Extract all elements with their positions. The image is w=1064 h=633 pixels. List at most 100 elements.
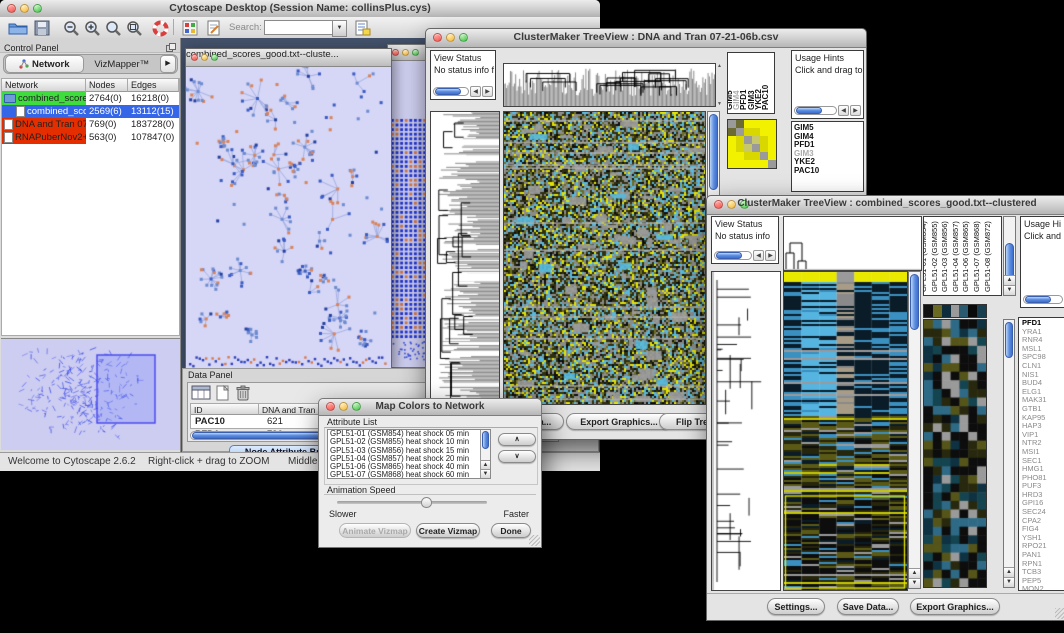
matrix-cell[interactable] — [736, 120, 744, 128]
scroll-right-button[interactable]: ▶ — [482, 86, 493, 97]
network-row[interactable]: RNAPuberNov2+I563(0)107847(0) — [2, 131, 179, 144]
search-input[interactable] — [264, 20, 334, 35]
matrix-cell[interactable] — [728, 160, 736, 168]
tv2-column-label[interactable]: GPL51-06 (GSM865) — [962, 221, 970, 292]
scroll-left-button[interactable]: ◀ — [753, 250, 764, 261]
main-titlebar[interactable]: Cytoscape Desktop (Session Name: collins… — [0, 0, 600, 18]
vscroll-thumb[interactable] — [482, 431, 489, 449]
tv2-column-label[interactable]: GPL51-07 (GSM868) — [973, 221, 981, 292]
matrix-cell[interactable] — [752, 152, 760, 160]
tab-overflow-arrow[interactable]: ▶ — [160, 55, 176, 73]
birdseye-view[interactable] — [1, 339, 180, 450]
tv1-heatmap[interactable] — [503, 111, 706, 405]
vscroll-thumb[interactable] — [1005, 322, 1013, 358]
matrix-cell[interactable] — [728, 120, 736, 128]
save-data-button[interactable]: Save Data... — [837, 598, 899, 615]
scroll-left-button[interactable]: ◀ — [838, 105, 849, 116]
network-row[interactable]: combined_scores_2764(0)16218(0) — [2, 92, 179, 105]
network-window-titlebar[interactable]: combined_scores_good.txt--cluste... — [186, 49, 391, 67]
network-row[interactable]: combined_sco2569(6)13112(15) — [2, 105, 179, 118]
tv1-row-label[interactable]: PAC10 — [794, 167, 863, 176]
scroll-up-button[interactable]: ▲ — [1004, 567, 1014, 577]
vscroll-thumb[interactable] — [709, 114, 718, 190]
matrix-cell[interactable] — [752, 120, 760, 128]
attribute-list-item[interactable]: GPL51-07 (GSM868) heat shock 60 min — [328, 471, 490, 479]
col-header-network[interactable]: Network — [2, 79, 86, 92]
treeview2-titlebar[interactable]: ClusterMaker TreeView : combined_scores_… — [707, 196, 1064, 215]
tv1-row-dendrogram[interactable] — [430, 111, 500, 405]
tv2-status-hscroll[interactable] — [714, 251, 752, 260]
matrix-cell[interactable] — [744, 136, 752, 144]
tv1-status-hscroll[interactable] — [433, 87, 469, 96]
matrix-cell[interactable] — [760, 136, 768, 144]
gim-matrix[interactable] — [728, 120, 776, 168]
matrix-cell[interactable] — [768, 136, 776, 144]
col-header-nodes[interactable]: Nodes — [86, 79, 128, 92]
hscroll-thumb[interactable] — [716, 252, 742, 259]
hscroll-thumb[interactable] — [435, 88, 461, 95]
matrix-cell[interactable] — [744, 160, 752, 168]
scroll-down-button[interactable]: ▼ — [909, 578, 920, 588]
tv2-column-label[interactable]: GPL51-02 (GSM855) — [931, 221, 939, 292]
zoom-button[interactable] — [211, 54, 218, 61]
tab-vizmapper[interactable]: VizMapper™ — [84, 56, 161, 72]
scroll-up-button[interactable]: ▲ — [717, 63, 725, 69]
export-graphics-button[interactable]: Export Graphics... — [910, 598, 1000, 615]
matrix-cell[interactable] — [760, 120, 768, 128]
tv2-row-dendrogram[interactable] — [711, 271, 781, 591]
tv2-rowlabel-vscrollbar[interactable]: ▲▼ — [1003, 319, 1015, 588]
tv1-hints-hscroll[interactable] — [794, 106, 837, 115]
resize-grip[interactable] — [529, 535, 540, 546]
network-row[interactable]: DNA and Tran 07769(0)183728(0) — [2, 118, 179, 131]
tv2-column-label[interactable]: GPL51-04 (GSM857) — [952, 221, 960, 292]
scroll-right-button[interactable]: ▶ — [765, 250, 776, 261]
settings-button[interactable]: Settings... — [767, 598, 825, 615]
animate-vizmap-button[interactable]: Animate Vizmap — [339, 523, 411, 538]
matrix-cell[interactable] — [760, 152, 768, 160]
vscroll-thumb[interactable] — [1005, 243, 1014, 279]
matrix-cell[interactable] — [768, 144, 776, 152]
matrix-cell[interactable] — [768, 128, 776, 136]
matrix-cell[interactable] — [736, 128, 744, 136]
scroll-left-button[interactable]: ◀ — [470, 86, 481, 97]
move-down-button[interactable]: ∨ — [498, 450, 536, 463]
speed-slider-track[interactable] — [337, 501, 487, 504]
attribute-list[interactable]: GPL51-01 (GSM854) heat shock 05 minGPL51… — [327, 429, 491, 479]
tv2-collabel-vscrollbar[interactable]: ▲▼ — [1003, 216, 1016, 296]
matrix-cell[interactable] — [744, 120, 752, 128]
done-button[interactable]: Done — [491, 523, 531, 538]
matrix-cell[interactable] — [752, 136, 760, 144]
minimize-button[interactable] — [402, 49, 409, 56]
scroll-down-button[interactable]: ▼ — [717, 101, 722, 107]
tv2-heatmap-vscrollbar[interactable]: ▲▼ — [908, 271, 921, 589]
scroll-down-button[interactable]: ▼ — [481, 469, 490, 478]
matrix-cell[interactable] — [744, 128, 752, 136]
dialog-titlebar[interactable]: Map Colors to Network — [319, 399, 541, 416]
move-up-button[interactable]: ∧ — [498, 433, 536, 446]
matrix-cell[interactable] — [736, 160, 744, 168]
matrix-cell[interactable] — [752, 128, 760, 136]
tv2-zoom-heatmap[interactable] — [923, 319, 987, 588]
tab-network[interactable]: Network — [5, 55, 84, 73]
search-dropdown-arrow[interactable]: ▼ — [332, 20, 347, 37]
matrix-cell[interactable] — [736, 136, 744, 144]
hscroll-thumb[interactable] — [1025, 296, 1051, 303]
scroll-down-button[interactable]: ▼ — [1004, 577, 1014, 587]
zoom-button[interactable] — [412, 49, 419, 56]
matrix-cell[interactable] — [760, 144, 768, 152]
matrix-cell[interactable] — [760, 160, 768, 168]
col-header-edges[interactable]: Edges — [128, 79, 179, 92]
hscroll-thumb[interactable] — [796, 107, 822, 114]
treeview1-titlebar[interactable]: ClusterMaker TreeView : DNA and Tran 07-… — [426, 29, 866, 48]
minimize-button[interactable] — [201, 54, 208, 61]
matrix-cell[interactable] — [752, 160, 760, 168]
tv2-row-label[interactable]: MON2 — [1022, 585, 1064, 591]
matrix-cell[interactable] — [768, 120, 776, 128]
scroll-up-button[interactable]: ▲ — [909, 568, 920, 578]
matrix-cell[interactable] — [744, 144, 752, 152]
matrix-cell[interactable] — [728, 128, 736, 136]
scroll-up-button[interactable]: ▲ — [1004, 275, 1015, 285]
export-graphics-button[interactable]: Export Graphics... — [566, 413, 672, 430]
id-column-header[interactable]: ID — [191, 404, 259, 415]
scroll-up-button[interactable]: ▲ — [481, 460, 490, 469]
